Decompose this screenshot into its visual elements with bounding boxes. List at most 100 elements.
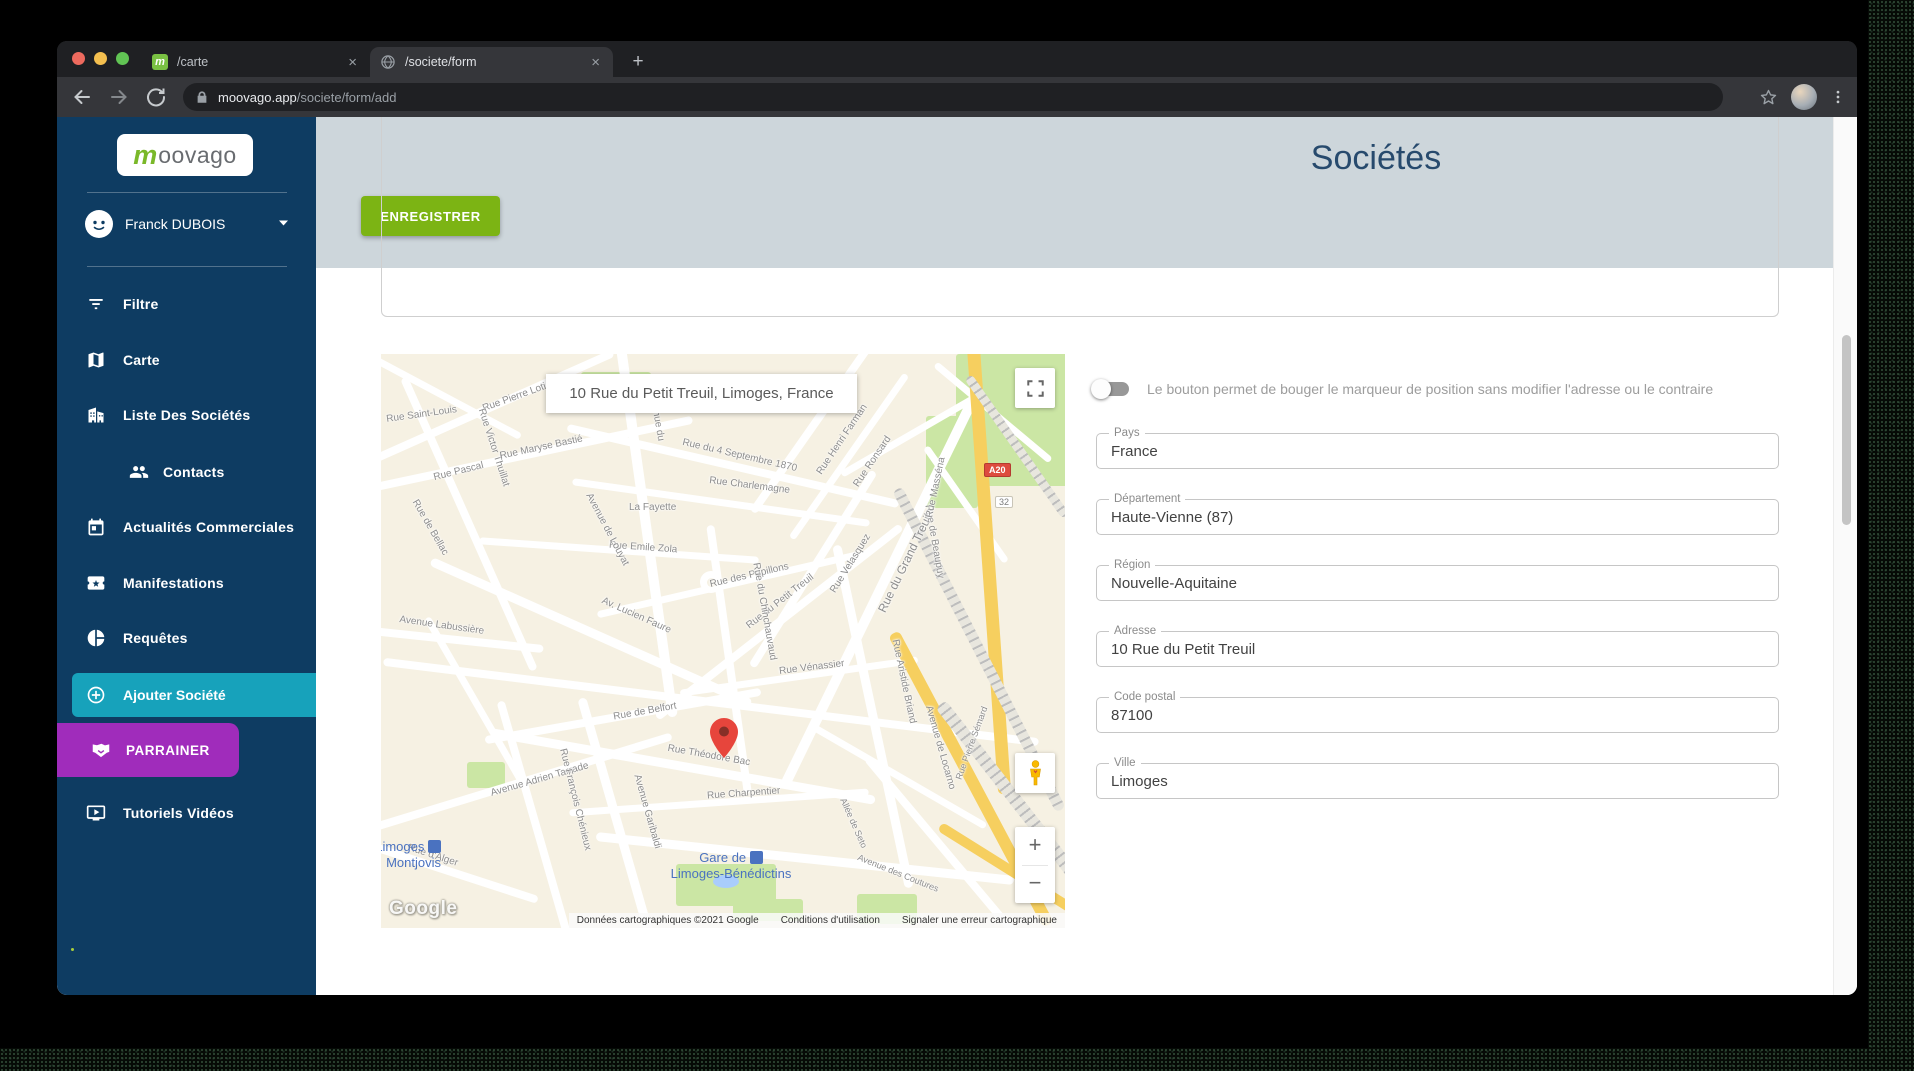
field-label: Code postal — [1109, 691, 1181, 703]
lock-icon — [197, 90, 207, 103]
sidebar-item-ajouter-societe[interactable]: Ajouter Société — [72, 673, 316, 717]
browser-window: m /carte × /societe/form × + moovago.app… — [57, 41, 1857, 995]
user-avatar-icon — [85, 210, 113, 238]
filter-icon — [89, 299, 103, 310]
google-logo: Google — [389, 898, 458, 919]
field-label: Département — [1109, 493, 1186, 505]
street-label: Rue de Belfort — [612, 700, 678, 723]
street-label: La Fayette — [629, 502, 677, 513]
scrollbar-thumb[interactable] — [1842, 335, 1851, 525]
new-tab-button[interactable]: + — [625, 49, 651, 75]
field-value: Limoges — [1111, 773, 1168, 790]
address-bar[interactable]: moovago.app/societe/form/add — [183, 83, 1723, 111]
menu-dots-icon[interactable] — [1829, 88, 1847, 106]
pie-chart-icon — [87, 629, 105, 647]
forward-icon[interactable] — [107, 85, 131, 109]
fullscreen-icon — [1026, 379, 1044, 397]
street-label: Allée de Seto — [838, 796, 870, 850]
terms-link[interactable]: Conditions d'utilisation — [781, 915, 880, 926]
field-label: Adresse — [1109, 625, 1162, 637]
page-scrollbar[interactable] — [1833, 117, 1857, 995]
tab-label: /carte — [177, 55, 209, 69]
field-value: 10 Rue du Petit Treuil — [1111, 641, 1256, 658]
browser-profile-avatar[interactable] — [1791, 84, 1817, 110]
field-value: France — [1111, 443, 1158, 460]
adresse-field[interactable]: Adresse 10 Rue du Petit Treuil — [1096, 625, 1779, 667]
sidebar-item-contacts[interactable]: Contacts — [57, 452, 316, 492]
sidebar-item-liste-societes[interactable]: Liste Des Sociétés — [57, 395, 316, 435]
transit-label-gare[interactable]: Gare de Limoges-Bénédictins — [666, 850, 796, 882]
field-label: Région — [1109, 559, 1156, 571]
handshake-icon — [92, 743, 110, 758]
sidebar-item-parrainer[interactable]: PARRAINER — [57, 723, 239, 777]
map-fullscreen-button[interactable] — [1015, 368, 1055, 408]
tab-societe-form[interactable]: /societe/form × — [370, 47, 613, 77]
sidebar-item-manifestations[interactable]: Manifestations — [57, 563, 316, 603]
moovago-logo[interactable]: m oovago — [117, 134, 253, 176]
street-label: Rue de Bellac — [409, 497, 451, 558]
report-error-link[interactable]: Signaler une erreur cartographique — [902, 915, 1057, 926]
user-name: Franck DUBOIS — [125, 216, 226, 232]
street-label: Avenue de Louyat — [583, 491, 631, 568]
zoom-in-button[interactable]: + — [1015, 827, 1055, 865]
toggle-knob — [1091, 379, 1111, 399]
back-icon[interactable] — [70, 85, 94, 109]
field-label: Ville — [1109, 757, 1141, 769]
departement-field[interactable]: Département Haute-Vienne (87) — [1096, 493, 1779, 535]
field-label: Pays — [1109, 427, 1145, 439]
sidebar-item-tutoriels[interactable]: Tutoriels Vidéos — [57, 793, 316, 833]
toggle-description: Le bouton permet de bouger le marqueur d… — [1147, 381, 1714, 397]
calendar-icon — [88, 518, 104, 536]
zoom-out-button[interactable]: − — [1015, 865, 1055, 903]
google-map[interactable]: Rue Saint-Louis Rue Pierre Loti Rue Victor… — [381, 354, 1065, 928]
people-icon — [129, 466, 149, 478]
ville-field[interactable]: Ville Limoges — [1096, 757, 1779, 799]
tab-carte[interactable]: m /carte × — [142, 47, 370, 77]
browser-toolbar: moovago.app/societe/form/add — [57, 77, 1857, 117]
map-marker[interactable] — [710, 718, 738, 758]
desktop-wallpaper — [1868, 0, 1914, 1071]
logo-m: m — [133, 139, 158, 170]
close-tab-icon[interactable]: × — [588, 54, 603, 71]
sidebar-item-requetes[interactable]: Requêtes — [57, 618, 316, 658]
minimize-window-button[interactable] — [94, 52, 107, 65]
bookmark-star-icon[interactable] — [1758, 87, 1779, 108]
sidebar-item-filtre[interactable]: Filtre — [57, 284, 316, 324]
train-icon — [428, 840, 441, 853]
globe-icon — [381, 55, 395, 69]
logo-rest: oovago — [158, 141, 237, 168]
sidebar: m oovago Franck DUBOIS Filtre Carte List… — [57, 117, 316, 995]
notification-dot — [71, 948, 74, 951]
page-content: m oovago Franck DUBOIS Filtre Carte List… — [57, 117, 1857, 995]
close-window-button[interactable] — [72, 52, 85, 65]
pays-field[interactable]: Pays France — [1096, 427, 1779, 469]
map-zoom-control: + − — [1015, 827, 1055, 903]
sidebar-item-actualites[interactable]: Actualités Commerciales — [57, 507, 316, 547]
divider — [87, 266, 287, 267]
section-box — [381, 117, 1779, 317]
code-postal-field[interactable]: Code postal 87100 — [1096, 691, 1779, 733]
pegman-button[interactable] — [1015, 753, 1055, 793]
transit-label-montjovis[interactable]: Limoges Montjovis — [381, 839, 441, 871]
moovago-favicon: m — [152, 54, 168, 70]
field-value: 87100 — [1111, 707, 1153, 724]
divider — [1022, 865, 1048, 866]
region-field[interactable]: Région Nouvelle-Aquitaine — [1096, 559, 1779, 601]
sidebar-item-carte[interactable]: Carte — [57, 340, 316, 380]
attribution-copyright: Données cartographiques ©2021 Google — [576, 915, 759, 926]
map-attribution: Données cartographiques ©2021 Google Con… — [568, 913, 1065, 928]
d32-road-badge: 32 — [995, 496, 1014, 508]
tab-label: /societe/form — [405, 55, 477, 69]
url-text: moovago.app/societe/form/add — [218, 90, 397, 105]
train-icon — [749, 851, 763, 864]
toolbar-right — [1758, 77, 1847, 117]
zoom-window-button[interactable] — [116, 52, 129, 65]
close-tab-icon[interactable]: × — [345, 54, 360, 71]
field-value: Nouvelle-Aquitaine — [1111, 575, 1237, 592]
plus-circle-icon — [87, 686, 105, 704]
chevron-down-icon — [279, 220, 288, 226]
user-menu[interactable]: Franck DUBOIS — [57, 207, 316, 247]
reload-icon[interactable] — [144, 85, 168, 109]
pegman-icon — [1029, 760, 1041, 786]
marker-move-toggle[interactable] — [1091, 379, 1130, 399]
